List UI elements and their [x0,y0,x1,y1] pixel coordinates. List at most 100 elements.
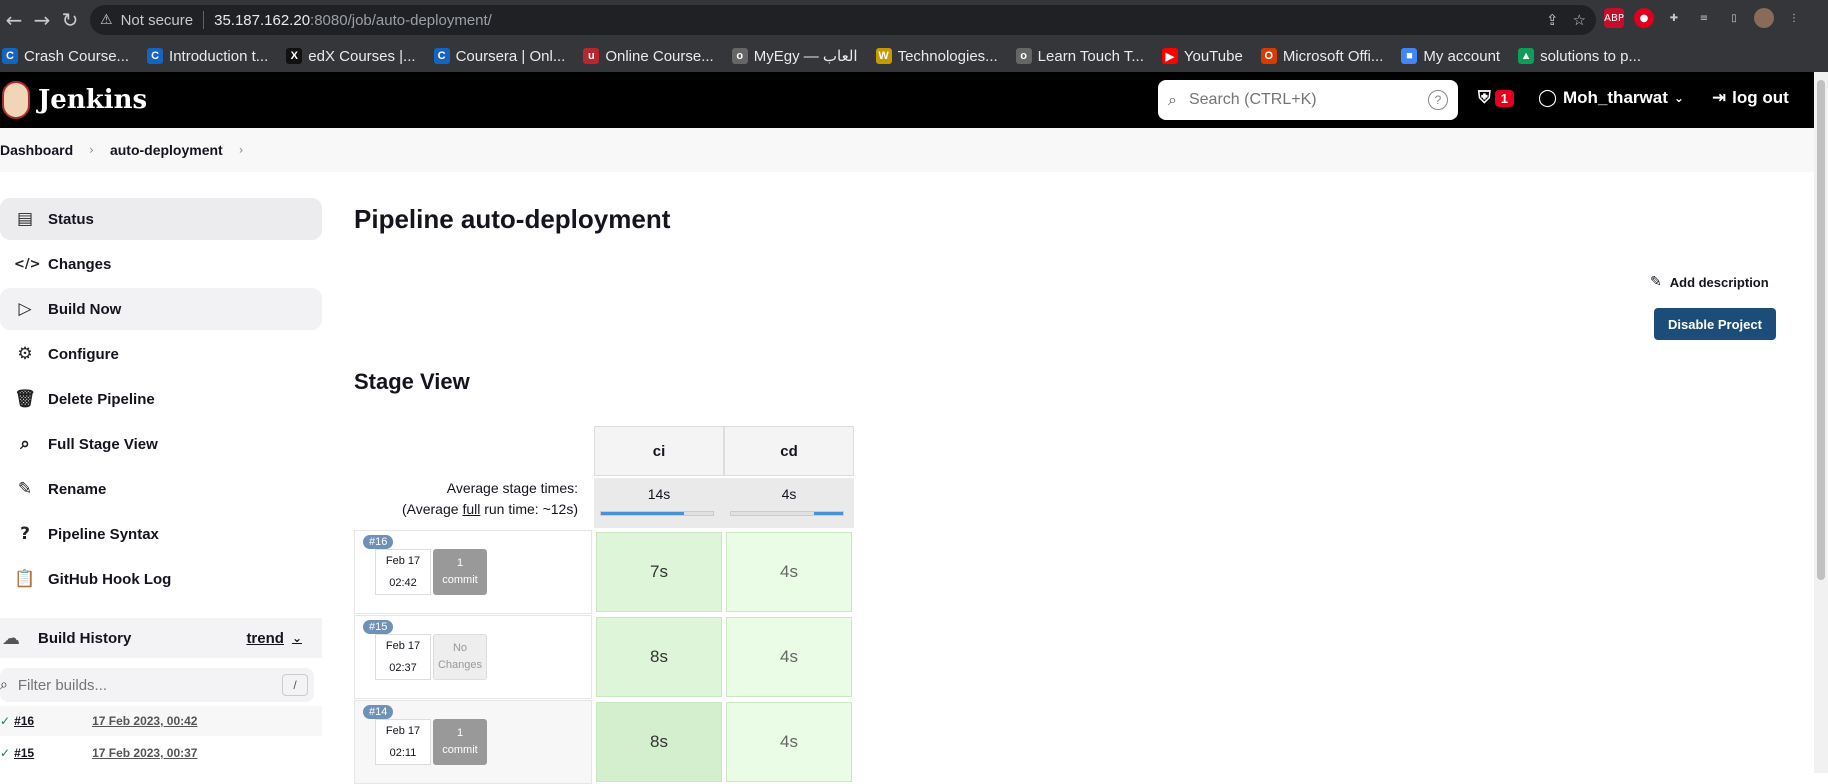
user-menu[interactable]: ◯ Moh_tharwat ⌄ [1538,88,1684,108]
sidebar-item-label: GitHub Hook Log [48,570,172,588]
bookmark-item[interactable]: O Microsoft Offi... [1260,47,1384,65]
stage-average-time: 14s [594,478,724,528]
sidebar-item-build-now[interactable]: ▷ Build Now [0,288,322,330]
bookmark-item[interactable]: o Learn Touch T... [1015,47,1144,65]
bookmark-label: Introduction t... [169,47,269,65]
build-number-badge[interactable]: #15 [363,620,394,634]
full-link[interactable]: full [462,501,480,517]
bookmark-item[interactable]: ▶ YouTube [1161,47,1243,65]
commit-count-button[interactable]: 1 commit [433,719,487,765]
build-date-link[interactable]: 17 Feb 2023, 00:37 [92,746,197,760]
sidebar-item-label: Rename [48,480,107,498]
url-host: 35.187.162.20 [214,11,311,29]
sidebar-item-rename[interactable]: ✎ Rename [0,468,322,510]
jenkins-logo[interactable]: Jenkins [2,81,147,119]
trash-icon: 🗑 [14,389,36,409]
reload-icon[interactable]: ↻ [56,8,84,32]
page-scrollbar[interactable] [1814,72,1828,773]
build-number-link[interactable]: #15 [14,746,92,760]
sidebar-item-label: Status [48,210,94,228]
extension-icon[interactable]: ● [1634,8,1654,28]
bookmark-favicon-icon: O [1260,48,1277,64]
search-input[interactable] [1188,91,1428,109]
help-icon[interactable]: ? [1428,90,1448,110]
stage-average-time: 4s [724,478,854,528]
back-icon[interactable]: ← [0,8,28,32]
bookmark-item[interactable]: W Technologies... [875,48,998,65]
bookmark-item[interactable]: u Online Course... [583,48,714,65]
bookmark-favicon-icon: C [147,48,164,64]
sidebar-item-label: Pipeline Syntax [48,525,159,543]
build-run-label: #15 Feb 17 02:37 No Changes [354,615,592,699]
share-icon[interactable]: ⇪ [1546,11,1559,29]
bookmark-label: Coursera | Onl... [455,47,566,65]
sidebar-item-pipeline-syntax[interactable]: ? Pipeline Syntax [0,513,322,555]
bookmark-label: Microsoft Offi... [1282,47,1384,65]
breadcrumb-dashboard[interactable]: Dashboard [0,142,73,158]
forward-icon[interactable]: → [28,8,56,32]
scrollbar-thumb[interactable] [1817,80,1825,580]
shortcut-hint: / [282,674,308,696]
stage-cell-ci[interactable]: 7s [596,532,722,612]
breadcrumb-job[interactable]: auto-deployment [110,142,223,158]
chevron-right-icon: › [89,143,94,157]
url-path: :8080/job/auto-deployment/ [310,11,492,29]
bookmark-item[interactable]: XedX Courses |... [286,48,416,65]
chevron-right-icon[interactable]: › [239,143,244,157]
profile-avatar[interactable] [1754,8,1774,28]
divider [203,11,205,29]
stage-cell-ci[interactable]: 8s [596,617,722,697]
bookmark-star-icon[interactable]: ☆ [1573,11,1586,29]
build-run-label: #16 Feb 17 02:42 1 commit [354,530,592,614]
bookmark-label: YouTube [1183,47,1243,65]
logout-link[interactable]: ⇥ log out [1712,88,1789,108]
stage-header-ci: ci [594,426,724,476]
address-bar[interactable]: ⚠ Not secure 35.187.162.20:8080/job/auto… [90,5,1596,35]
bookmark-label: MyEgy — العاب [753,48,858,65]
bookmark-item[interactable]: C Introduction t... [147,48,268,65]
bookmark-item[interactable]: C Crash Course... [2,48,129,65]
bookmark-favicon-icon: C [433,48,450,64]
side-panel-icon[interactable]: ▯ [1724,8,1744,28]
average-time-bar-fill [813,512,843,515]
build-number-badge[interactable]: #16 [363,535,394,549]
stage-cell-cd[interactable]: 4s [726,532,852,612]
sidebar-item-github-hook-log[interactable]: 📋 GitHub Hook Log [0,558,322,600]
filter-builds[interactable]: ⌕ / [0,668,314,702]
sidebar-item-delete-pipeline[interactable]: 🗑 Delete Pipeline [0,378,322,420]
add-description-link[interactable]: ✎ Add description [1650,274,1769,290]
disable-project-button[interactable]: Disable Project [1654,308,1776,340]
puzzle-icon[interactable]: ✚ [1664,8,1684,28]
bookmark-item[interactable]: ■ My account [1401,48,1500,65]
bookmark-favicon-icon: ■ [1401,48,1418,64]
stage-cell-cd[interactable]: 4s [726,702,852,782]
commit-count-button[interactable]: 1 commit [433,549,487,595]
bookmark-item[interactable]: C Coursera | Onl... [433,47,566,65]
search-icon: ⌕ [0,677,8,693]
build-date-link[interactable]: 17 Feb 2023, 00:42 [92,714,197,728]
filter-builds-input[interactable] [17,676,282,694]
alert-badge[interactable]: 1 [1494,89,1514,107]
menu-icon[interactable]: ⋮ [1784,8,1804,28]
search-box[interactable]: ⌕ ? [1158,80,1458,120]
sidebar-item-configure[interactable]: ⚙ Configure [0,333,322,375]
document-icon: ▤ [16,209,34,229]
sidebar-item-status[interactable]: ▤ Status [0,198,322,240]
sidebar-item-full-stage-view[interactable]: ⌕ Full Stage View [0,423,322,465]
bookmark-item[interactable]: o MyEgy — العاب [731,47,858,65]
average-time-bar [600,511,714,516]
build-number-link[interactable]: #16 [14,714,92,728]
sidebar-item-changes[interactable]: </> Changes [0,243,322,285]
trend-link[interactable]: trend ⌄ [246,630,302,647]
security-shield-icon[interactable]: ⛨ [1478,88,1491,108]
adblock-icon[interactable]: ABP [1604,8,1624,28]
bookmark-label: Learn Touch T... [1037,47,1144,65]
success-check-icon: ✓ [0,714,11,728]
username: Moh_tharwat [1563,88,1668,107]
stage-cell-cd[interactable]: 4s [726,617,852,697]
stage-cell-ci[interactable]: 8s [596,702,722,782]
commit-line-2: commit [442,574,478,586]
build-number-badge[interactable]: #14 [363,705,394,719]
reading-list-icon[interactable]: ≡ [1694,8,1714,28]
bookmark-item[interactable]: ▲ solutions to p... [1518,48,1641,65]
